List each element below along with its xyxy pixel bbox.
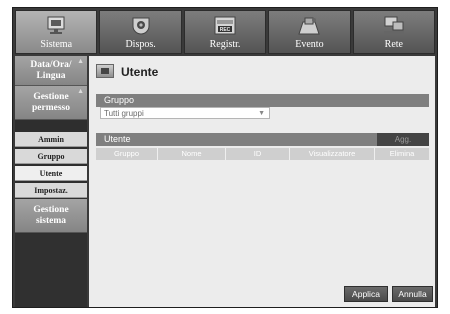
sidebar-filler <box>15 234 87 307</box>
column-header-gruppo: Gruppo <box>96 148 158 160</box>
user-table-header: Gruppo Nome ID Visualizzatore Elimina <box>96 148 429 160</box>
group-select-value: Tutti gruppi <box>104 109 144 118</box>
column-header-id: ID <box>226 148 290 160</box>
user-icon <box>96 64 114 78</box>
tab-rete[interactable]: Rete <box>352 10 436 54</box>
column-header-visualizzatore: Visualizzatore <box>290 148 375 160</box>
tab-sistema[interactable]: Sistema <box>15 10 98 54</box>
chevron-down-icon: ▼ <box>258 110 265 117</box>
add-user-button[interactable]: Agg. <box>377 133 429 146</box>
column-header-elimina: Elimina <box>375 148 429 160</box>
tab-label: Registr. <box>209 39 241 50</box>
column-header-nome: Nome <box>158 148 226 160</box>
page-title: Utente <box>121 65 159 79</box>
tab-dispositivi[interactable]: Dispos. <box>99 10 182 54</box>
apply-button[interactable]: Applica <box>344 286 388 302</box>
cancel-button[interactable]: Annulla <box>392 286 433 302</box>
collapse-arrow-icon: ▲ <box>77 88 84 95</box>
camera-icon <box>130 16 152 41</box>
group-select[interactable]: Tutti gruppi ▼ <box>100 107 270 119</box>
main-panel: Utente Gruppo Tutti gruppi ▼ Utente Agg.… <box>89 56 435 307</box>
tab-label: Evento <box>295 39 324 50</box>
sidebar-subitem-gruppo[interactable]: Gruppo <box>15 149 87 164</box>
sidebar: Data/Ora/ Lingua ▲ Gestione permesso ▲ A… <box>15 56 87 307</box>
expand-arrow-icon: ▲ <box>77 58 84 65</box>
user-section-header: Utente Agg. <box>96 133 429 146</box>
rec-icon: REC <box>213 16 237 41</box>
svg-text:REC: REC <box>220 27 231 33</box>
sidebar-subitem-utente[interactable]: Utente <box>15 166 87 181</box>
tab-label: Sistema <box>40 39 73 50</box>
tab-registrazione[interactable]: REC Registr. <box>183 10 267 54</box>
settings-window: Sistema Dispos. REC Registr. Evento Rete <box>12 7 438 308</box>
tab-evento[interactable]: Evento <box>268 10 351 54</box>
tab-label: Dispos. <box>125 39 156 50</box>
monitor-icon <box>45 16 67 41</box>
sidebar-subitem-impostaz[interactable]: Impostaz. <box>15 183 87 198</box>
sidebar-subitem-ammin[interactable]: Ammin <box>15 132 87 147</box>
user-section-label: Utente <box>104 134 131 144</box>
network-icon <box>382 16 406 41</box>
sidebar-item-gestione-sistema[interactable]: Gestione sistema <box>15 199 87 233</box>
tab-label: Rete <box>384 39 403 50</box>
top-menu-tabs: Sistema Dispos. REC Registr. Evento Rete <box>15 10 436 54</box>
group-section-header: Gruppo <box>96 94 429 107</box>
event-icon <box>297 16 321 41</box>
